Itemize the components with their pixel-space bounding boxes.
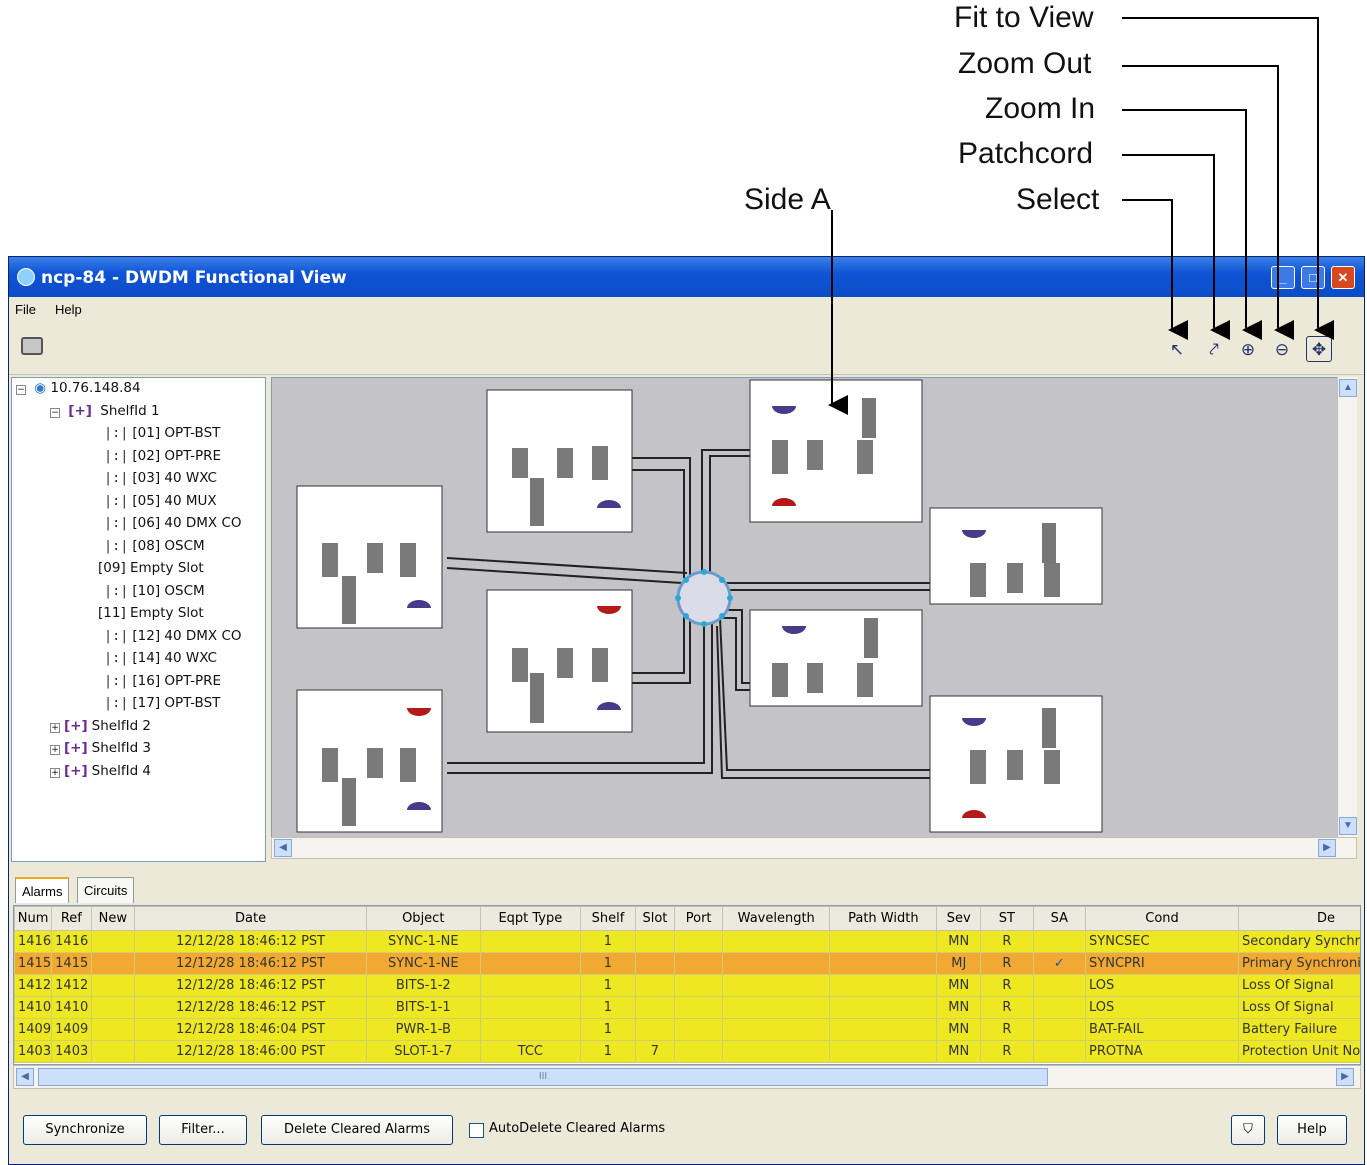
callout-arrows xyxy=(828,17,1334,415)
